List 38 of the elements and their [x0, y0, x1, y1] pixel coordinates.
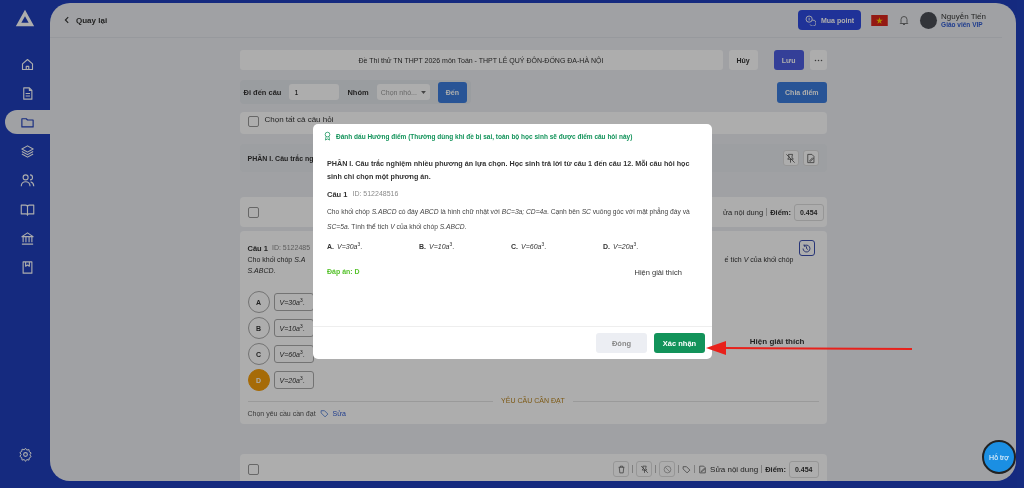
- caret-icon: [420, 90, 426, 94]
- sidebar-item[interactable]: [5, 110, 50, 134]
- bookmark-book-icon: [20, 259, 35, 275]
- trash-icon: [616, 464, 626, 474]
- flag-icon[interactable]: [871, 14, 889, 26]
- book-icon: [20, 201, 35, 217]
- users-icon: [20, 172, 35, 188]
- bank-icon: [20, 230, 35, 246]
- document-icon: [20, 85, 35, 101]
- back-link[interactable]: Quay lại: [63, 15, 108, 25]
- document-edit-button[interactable]: [802, 150, 819, 166]
- avatar[interactable]: [920, 11, 938, 29]
- coins-icon: [805, 14, 816, 26]
- layers-icon: [20, 143, 35, 159]
- bell-icon[interactable]: [898, 14, 911, 26]
- tag-icon[interactable]: [682, 464, 692, 474]
- user-name: Nguyễn Tiến: [941, 12, 986, 21]
- show-explanation-link[interactable]: Hiện giải thích: [749, 336, 805, 346]
- pin-off-button[interactable]: [782, 150, 799, 166]
- delete-button[interactable]: [613, 461, 630, 477]
- award-icon: [324, 131, 331, 141]
- home-icon: [20, 56, 35, 72]
- checkbox[interactable]: [247, 116, 259, 127]
- checkbox[interactable]: [247, 206, 259, 218]
- chevron-left-icon: [63, 16, 71, 24]
- pin-off-icon: [639, 464, 649, 474]
- ban-icon: [662, 464, 672, 474]
- tag-icon: [319, 409, 329, 418]
- document-edit-icon: [805, 152, 816, 164]
- edit-icon[interactable]: [698, 464, 708, 474]
- checkbox[interactable]: [247, 463, 259, 475]
- history-icon: [801, 242, 812, 254]
- pin-off-button[interactable]: [636, 461, 653, 477]
- edit-content-link[interactable]: Sửa nội dung: [710, 464, 759, 474]
- settings-icon: [17, 446, 33, 462]
- select-all-label: Chọn tất cả câu hỏi: [264, 115, 334, 124]
- pin-off-icon: [785, 152, 796, 164]
- history-button[interactable]: [798, 240, 815, 256]
